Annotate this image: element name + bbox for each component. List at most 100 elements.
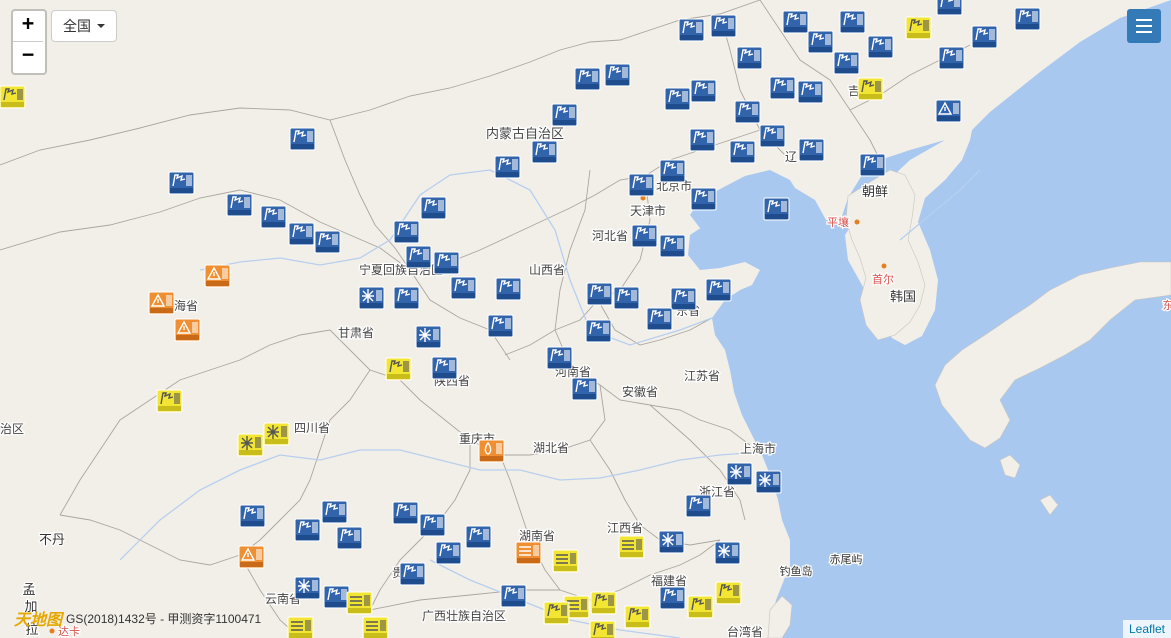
warning-marker-blue-wind[interactable]: [678, 18, 705, 42]
warning-marker-blue-wind[interactable]: [586, 282, 613, 306]
warning-marker-orange-fire[interactable]: [478, 439, 505, 463]
warning-marker-blue-wind[interactable]: [399, 562, 426, 586]
warning-marker-blue-wind[interactable]: [664, 87, 691, 111]
warning-marker-blue-wind[interactable]: [393, 220, 420, 244]
warning-marker-blue-wind[interactable]: [226, 193, 253, 217]
warning-marker-blue-wind[interactable]: [419, 513, 446, 537]
warning-marker-yellow-fog[interactable]: [287, 616, 314, 638]
warning-marker-blue-wind[interactable]: [531, 140, 558, 164]
warning-marker-blue-wind[interactable]: [239, 504, 266, 528]
warning-marker-blue-wind[interactable]: [585, 319, 612, 343]
warning-marker-blue-wind[interactable]: [495, 277, 522, 301]
warning-marker-blue-frost[interactable]: [415, 325, 442, 349]
warning-marker-yellow-frost[interactable]: [263, 422, 290, 446]
warning-marker-yellow-wind[interactable]: [156, 389, 183, 413]
warning-marker-blue-wind[interactable]: [628, 173, 655, 197]
leaflet-attribution[interactable]: Leaflet: [1122, 620, 1171, 638]
warning-marker-blue-wind[interactable]: [729, 140, 756, 164]
warning-marker-blue-wind[interactable]: [431, 356, 458, 380]
warning-marker-yellow-wind[interactable]: [715, 581, 742, 605]
warning-marker-blue-wind[interactable]: [613, 286, 640, 310]
warning-marker-blue-wind[interactable]: [321, 500, 348, 524]
warning-marker-blue-wind[interactable]: [260, 205, 287, 229]
warning-marker-blue-wind[interactable]: [659, 234, 686, 258]
warning-marker-blue-wind[interactable]: [494, 155, 521, 179]
warning-marker-yellow-wind[interactable]: [857, 77, 884, 101]
warning-marker-blue-frost[interactable]: [714, 541, 741, 565]
warning-marker-orange-cold[interactable]: [148, 291, 175, 315]
warning-marker-blue-wind[interactable]: [690, 79, 717, 103]
warning-marker-blue-wind[interactable]: [646, 307, 673, 331]
warning-marker-blue-wind[interactable]: [833, 51, 860, 75]
warning-marker-blue-wind[interactable]: [294, 518, 321, 542]
warning-marker-blue-wind[interactable]: [631, 224, 658, 248]
warning-marker-blue-wind[interactable]: [420, 196, 447, 220]
warning-marker-blue-wind[interactable]: [323, 585, 350, 609]
warning-marker-blue-wind[interactable]: [314, 230, 341, 254]
warning-marker-blue-wind[interactable]: [288, 222, 315, 246]
warning-marker-blue-wind[interactable]: [867, 35, 894, 59]
warning-marker-blue-wind[interactable]: [685, 494, 712, 518]
warning-marker-blue-frost[interactable]: [726, 462, 753, 486]
warning-marker-blue-wind[interactable]: [689, 128, 716, 152]
warning-marker-blue-wind[interactable]: [936, 0, 963, 16]
menu-button[interactable]: [1127, 9, 1161, 43]
warning-marker-yellow-wind[interactable]: [624, 605, 651, 629]
warning-marker-orange-fog[interactable]: [515, 541, 542, 565]
warning-marker-blue-wind[interactable]: [807, 30, 834, 54]
warning-marker-blue-wind[interactable]: [487, 314, 514, 338]
warning-marker-blue-wind[interactable]: [710, 14, 737, 38]
zoom-in-button[interactable]: +: [13, 11, 43, 41]
warning-marker-blue-frost[interactable]: [755, 470, 782, 494]
warning-marker-blue-wind[interactable]: [798, 138, 825, 162]
warning-marker-blue-wind[interactable]: [859, 153, 886, 177]
warning-marker-yellow-fog[interactable]: [346, 591, 373, 615]
warning-marker-blue-frost[interactable]: [658, 530, 685, 554]
warning-marker-blue-wind[interactable]: [839, 10, 866, 34]
warning-marker-yellow-wind[interactable]: [543, 601, 570, 625]
warning-marker-yellow-wind[interactable]: [590, 591, 617, 615]
warning-marker-blue-wind[interactable]: [435, 541, 462, 565]
warning-marker-yellow-wind[interactable]: [687, 595, 714, 619]
warning-marker-blue-wind[interactable]: [571, 377, 598, 401]
warning-marker-blue-wind[interactable]: [551, 103, 578, 127]
warning-marker-blue-frost[interactable]: [294, 576, 321, 600]
warning-marker-blue-wind[interactable]: [690, 187, 717, 211]
warning-marker-blue-wind[interactable]: [433, 251, 460, 275]
warning-marker-blue-wind[interactable]: [736, 46, 763, 70]
region-dropdown[interactable]: 全国: [51, 10, 117, 42]
zoom-out-button[interactable]: −: [13, 41, 43, 72]
warning-marker-blue-wind[interactable]: [405, 245, 432, 269]
warning-marker-yellow-wind[interactable]: [589, 620, 616, 638]
warning-marker-blue-wind[interactable]: [465, 525, 492, 549]
warning-marker-yellow-fog[interactable]: [362, 616, 389, 638]
warning-marker-yellow-wind[interactable]: [905, 16, 932, 40]
warning-marker-blue-wind[interactable]: [763, 197, 790, 221]
warning-marker-orange-cold[interactable]: [204, 264, 231, 288]
warning-marker-blue-wind[interactable]: [782, 10, 809, 34]
warning-marker-blue-wind[interactable]: [705, 278, 732, 302]
warning-marker-blue-wind[interactable]: [336, 526, 363, 550]
warning-marker-blue-wind[interactable]: [769, 76, 796, 100]
warning-marker-blue-wind[interactable]: [759, 124, 786, 148]
warning-marker-blue-wind[interactable]: [546, 346, 573, 370]
warning-marker-blue-wind[interactable]: [500, 584, 527, 608]
warning-marker-blue-wind[interactable]: [734, 100, 761, 124]
warning-marker-blue-wind[interactable]: [659, 586, 686, 610]
warning-marker-blue-wind[interactable]: [938, 46, 965, 70]
warning-marker-blue-wind[interactable]: [393, 286, 420, 310]
warning-marker-blue-wind[interactable]: [289, 127, 316, 151]
warning-marker-blue-wind[interactable]: [450, 276, 477, 300]
warning-marker-blue-frost[interactable]: [358, 286, 385, 310]
warning-marker-orange-cold[interactable]: [174, 318, 201, 342]
warning-marker-blue-wind[interactable]: [971, 25, 998, 49]
warning-marker-yellow-wind[interactable]: [0, 85, 26, 109]
warning-marker-yellow-wind[interactable]: [385, 357, 412, 381]
warning-marker-blue-wind[interactable]: [392, 501, 419, 525]
warning-marker-blue-wind[interactable]: [797, 80, 824, 104]
warning-marker-blue-wind[interactable]: [604, 63, 631, 87]
warning-marker-blue-wind[interactable]: [670, 287, 697, 311]
warning-marker-orange-cold[interactable]: [238, 545, 265, 569]
map-canvas[interactable]: 内蒙古自治区北京市天津市河北省山西省宁夏回族自治区甘肃省海省陕西省河南省安徽省江…: [0, 0, 1171, 638]
warning-marker-blue-wind[interactable]: [168, 171, 195, 195]
